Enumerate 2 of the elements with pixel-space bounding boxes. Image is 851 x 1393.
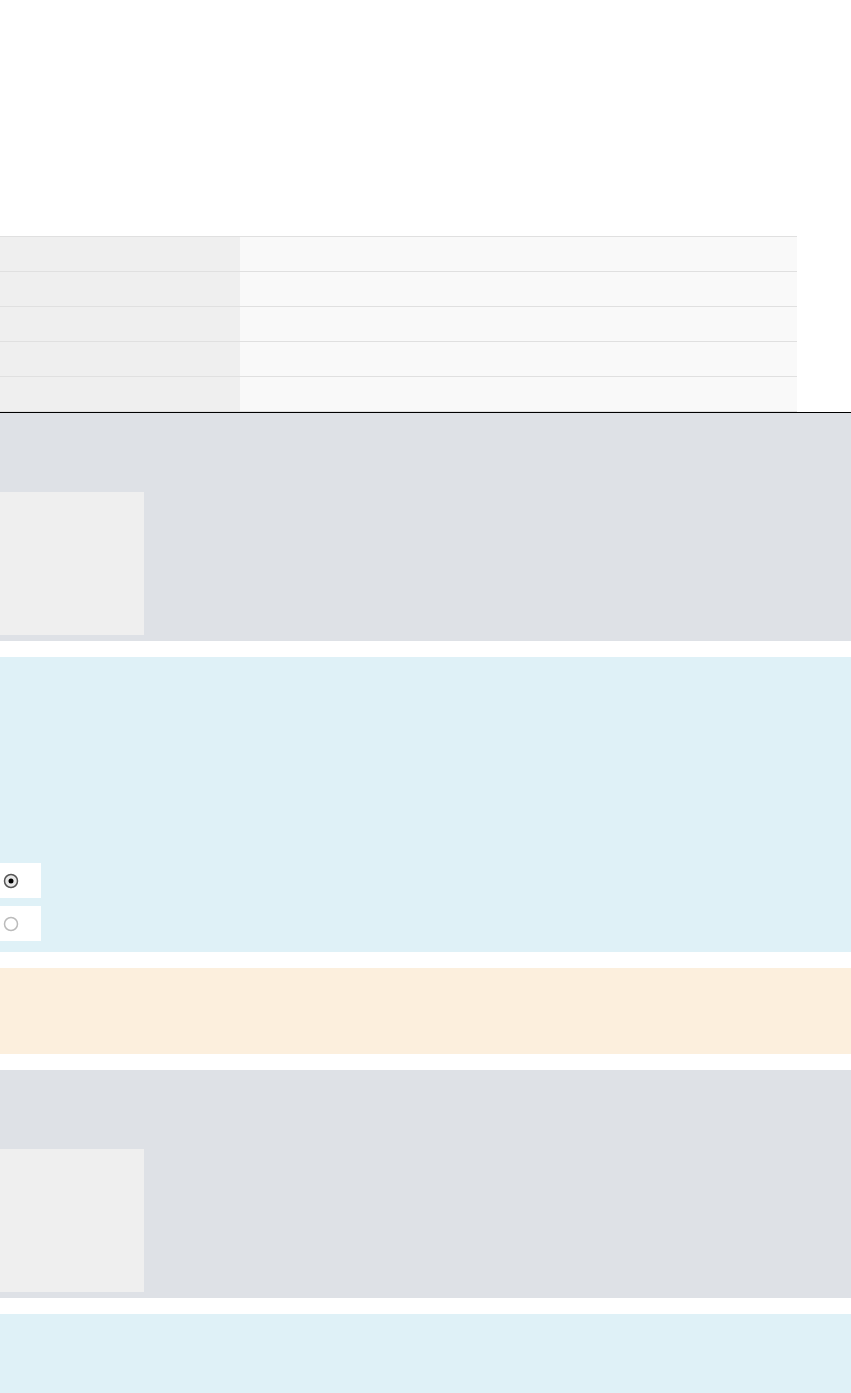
radio-button[interactable]: [0, 863, 41, 898]
radio-button[interactable]: [0, 906, 41, 941]
